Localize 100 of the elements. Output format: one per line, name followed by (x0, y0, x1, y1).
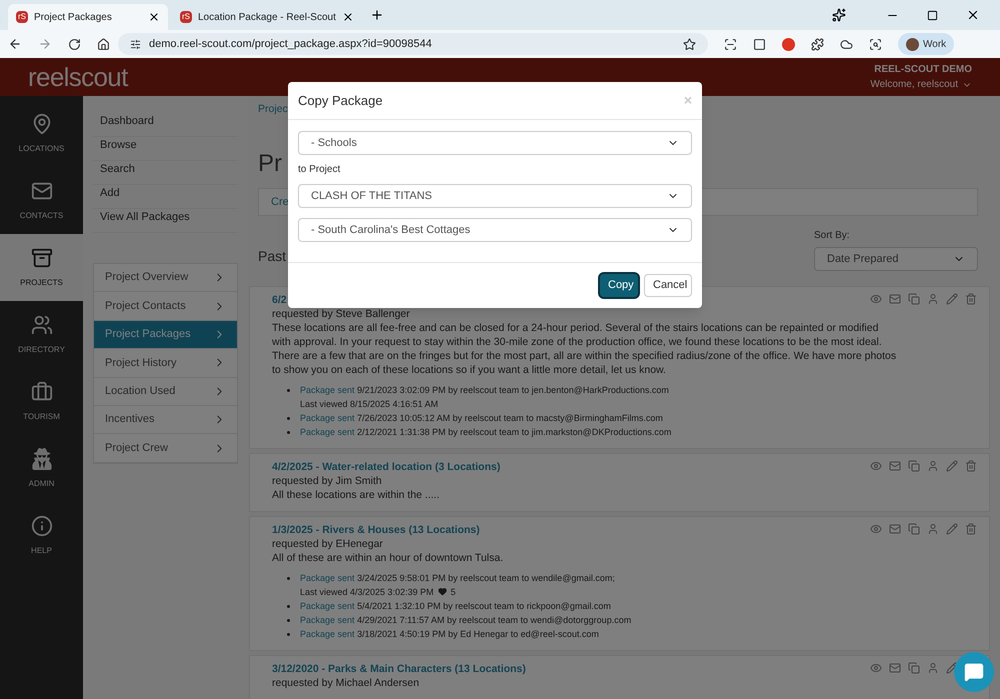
avatar (906, 38, 919, 50)
package-sent-link[interactable]: Package sent (300, 600, 355, 611)
rail-item[interactable]: CONTACTS (0, 167, 83, 234)
copy-icon[interactable] (908, 662, 920, 674)
favicon: rS (180, 11, 192, 23)
package-sent-link[interactable]: Package sent (300, 384, 355, 395)
maximize-icon[interactable] (927, 10, 938, 20)
project-menu-item[interactable]: Project Packages (94, 320, 237, 350)
archive-box-icon (30, 246, 52, 268)
requested-by: requested by Michael Andersen (272, 676, 420, 690)
chat-icon (964, 662, 984, 682)
home-icon[interactable] (97, 38, 110, 50)
copy-icon[interactable] (908, 292, 920, 305)
project-select[interactable]: CLASH OF THE TITANS (298, 184, 692, 208)
package-title[interactable]: 3/12/2020 - Parks & Main Characters (13 Locations) (272, 662, 526, 676)
rail-item[interactable]: TOURISM (0, 368, 83, 435)
pencil-icon[interactable] (946, 460, 958, 472)
package-title[interactable]: 4/2/2025 - Water-related location (3 Locations) (272, 460, 500, 474)
address-bar[interactable]: demo.reel-scout.com/project_package.aspx?id=90098544 (118, 33, 708, 55)
trash-icon[interactable] (965, 292, 977, 305)
project-menu-item[interactable]: Project Crew (94, 434, 237, 463)
target-package-select[interactable]: - South Carolina's Best Cottages (298, 218, 692, 242)
browser-tab[interactable]: rS Project Packages (8, 4, 168, 30)
package-sent-link[interactable]: Package sent (300, 426, 355, 437)
nav-link[interactable]: Browse (93, 137, 238, 161)
rail-item[interactable]: ADMIN (0, 435, 83, 502)
welcome-menu[interactable]: Welcome, reelscout (870, 77, 972, 92)
package-title[interactable]: 6/2 (272, 292, 287, 307)
person-icon[interactable] (927, 522, 939, 535)
new-tab-icon[interactable] (370, 8, 384, 22)
sparkle-icon[interactable] (832, 8, 846, 22)
eye-icon[interactable] (870, 662, 882, 674)
tab-title: Project Packages (34, 10, 113, 24)
forward-icon[interactable] (38, 37, 52, 51)
eye-icon[interactable] (870, 292, 882, 305)
project-menu-item[interactable]: Location Used (94, 378, 237, 406)
nav-link[interactable]: Search (93, 161, 238, 185)
close-icon[interactable] (148, 11, 160, 23)
package-sent-link[interactable]: Package sent (300, 572, 355, 583)
bullet (287, 388, 290, 392)
scan-icon[interactable] (724, 38, 737, 50)
sort-label: Sort By: (814, 228, 851, 243)
package-select[interactable]: - Schools (298, 131, 692, 155)
package-sent-link[interactable]: Package sent (300, 614, 355, 625)
to-project-label: to Project (298, 163, 342, 177)
person-icon[interactable] (927, 292, 939, 305)
bullet (287, 618, 290, 622)
person-icon[interactable] (927, 662, 939, 674)
package-sent-link[interactable]: Package sent (300, 412, 355, 423)
back-icon[interactable] (8, 37, 22, 51)
trash-icon[interactable] (965, 460, 977, 472)
package-description: These locations are all fee-free and can be closed for a 24-hour period. Several of the stairs locations can be repainted or modified with approval. In your request to stay within the 30-mile zone of the production office, we found these locations to be the most ideal. There are a few that are on the fringes but for the most part, all are within the specified radius/zone of the office. We have more photos to show you on each of these locations so if you want a little more detail, let us know. (272, 320, 897, 377)
envelope-icon[interactable] (889, 460, 901, 472)
bullet (287, 632, 290, 636)
requested-by: requested by EHenegar (272, 536, 384, 551)
page-heading: Pr (258, 148, 282, 179)
package-sent-link[interactable]: Package sent (300, 628, 355, 639)
trash-icon[interactable] (965, 522, 977, 535)
nav-link[interactable]: Dashboard (93, 113, 238, 137)
reload-icon[interactable] (68, 38, 81, 50)
eye-icon[interactable] (870, 460, 882, 472)
copy-icon[interactable] (908, 460, 920, 472)
close-icon[interactable] (966, 8, 980, 22)
pencil-icon[interactable] (946, 662, 958, 674)
rail-item[interactable]: LOCATIONS (0, 100, 83, 167)
sort-select[interactable]: Date Prepared (814, 246, 978, 271)
rail-item[interactable]: DIRECTORY (0, 301, 83, 368)
copy-icon[interactable] (908, 522, 920, 535)
browser-tab[interactable]: rS Location Package - Reel-Scout (172, 4, 362, 30)
nav-link[interactable]: Add (93, 185, 238, 209)
cancel-button[interactable]: Cancel (644, 274, 692, 297)
create-link[interactable]: Cre (271, 194, 289, 210)
envelope-icon[interactable] (889, 522, 901, 535)
pencil-icon[interactable] (946, 522, 958, 535)
copy-button[interactable]: Copy (600, 274, 638, 297)
site-settings-icon[interactable] (130, 38, 141, 50)
envelope-icon[interactable] (889, 292, 901, 305)
project-menu-item[interactable]: Project Overview (94, 264, 237, 292)
eye-icon[interactable] (870, 522, 882, 535)
last-viewed: Last viewed 4/3/2025 3:02:39 PM (300, 586, 434, 599)
extension-icon[interactable] (753, 38, 766, 50)
envelope-icon[interactable] (889, 662, 901, 674)
star-icon[interactable] (683, 38, 696, 50)
project-menu-item[interactable]: Incentives (94, 406, 237, 434)
nav-link[interactable]: View All Packages (93, 209, 238, 233)
project-menu-item[interactable]: Project History (94, 349, 237, 378)
package-description: All of these are within an hour of downtown Tulsa. (272, 550, 504, 565)
pencil-icon[interactable] (946, 292, 958, 305)
rail-item[interactable]: PROJECTS (0, 234, 83, 301)
search-icon[interactable] (869, 38, 882, 50)
close-icon[interactable] (342, 11, 354, 23)
rail-item[interactable]: HELP (0, 502, 83, 569)
person-icon[interactable] (927, 460, 939, 472)
heart-icon (438, 587, 447, 596)
cloud-icon[interactable] (840, 38, 853, 50)
puzzle-icon[interactable] (811, 38, 824, 50)
package-title[interactable]: 1/3/2025 - Rivers & Houses (13 Locations) (272, 522, 480, 537)
history-entry: Package sent 7/26/2023 10:05:12 AM by reelscout team to macsty@BirminghamFilms.com (300, 412, 663, 425)
package-description: All these locations are within the ..... (272, 488, 441, 502)
profile-button[interactable]: Work (898, 33, 954, 55)
